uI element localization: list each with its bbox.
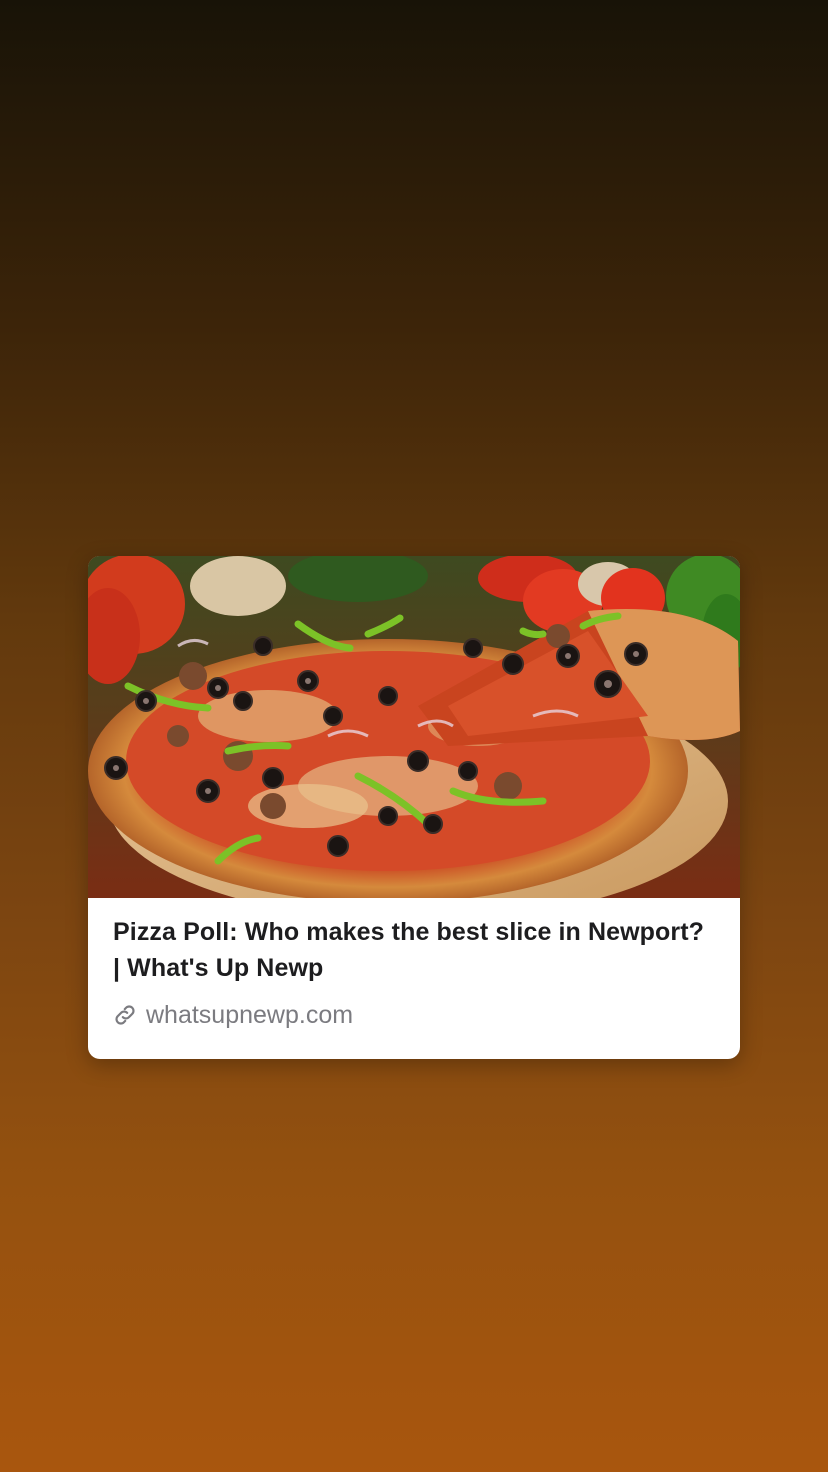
link-title: Pizza Poll: Who makes the best slice in …	[113, 918, 705, 982]
link-icon	[112, 1002, 138, 1028]
story-background: { "link_card": { "title": "Pizza Poll: W…	[0, 0, 828, 1472]
pizza-image	[88, 556, 740, 898]
link-domain-row: whatsupnewp.com	[112, 1000, 353, 1030]
link-preview-card[interactable]: Pizza Poll: Who makes the best slice in …	[88, 556, 740, 1059]
link-domain: whatsupnewp.com	[146, 1001, 354, 1029]
